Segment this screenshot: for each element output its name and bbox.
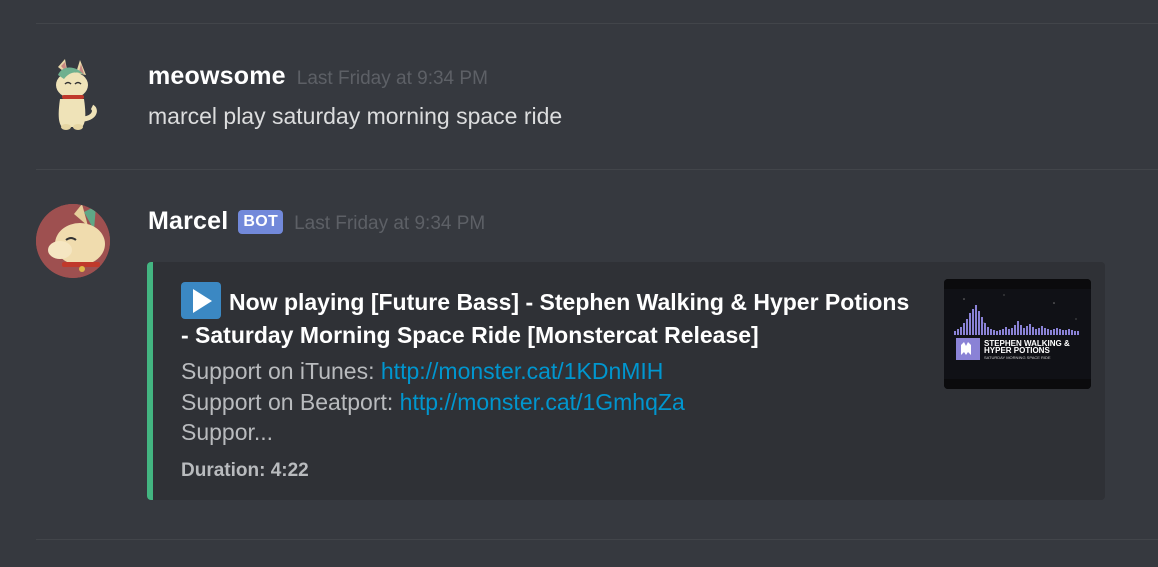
avatar[interactable]	[36, 57, 109, 130]
message-divider	[36, 539, 1158, 540]
duration-field: Duration: 4:22	[181, 460, 309, 481]
beatport-link[interactable]: http://monster.cat/1GmhqZa	[400, 389, 685, 415]
thumbnail-text-line2: HYPER POTIONS	[984, 346, 1050, 355]
itunes-link[interactable]: http://monster.cat/1KDnMIH	[381, 358, 664, 384]
embed-title-text: Now playing [Future Bass] - Stephen Walk…	[181, 289, 910, 348]
description-line-itunes: Support on iTunes: http://monster.cat/1K…	[181, 356, 685, 387]
embed-title: Now playing [Future Bass] - Stephen Walk…	[181, 282, 921, 352]
timestamp: Last Friday at 9:34 PM	[296, 68, 488, 89]
play-button-icon	[181, 282, 221, 319]
username[interactable]: Marcel	[148, 207, 228, 236]
message-divider	[36, 169, 1158, 170]
author-line: Marcel BOT Last Friday at 9:34 PM	[148, 207, 485, 237]
cat-avatar-icon	[56, 59, 97, 130]
cat-avatar-icon	[36, 204, 110, 278]
thumbnail-artwork: STEPHEN WALKING & HYPER POTIONS SATURDAY…	[944, 279, 1091, 389]
author-line: meowsome Last Friday at 9:34 PM	[148, 62, 488, 91]
description-label: Support on Beatport:	[181, 388, 400, 415]
thumbnail-text-line3: SATURDAY MORNING SPACE RIDE	[984, 355, 1051, 360]
bot-tag: BOT	[238, 210, 284, 234]
chat-messages: meowsome Last Friday at 9:34 PM marcel p…	[0, 0, 1158, 567]
timestamp: Last Friday at 9:34 PM	[294, 213, 486, 234]
username[interactable]: meowsome	[148, 62, 286, 91]
description-line-truncated: Suppor...	[181, 419, 274, 445]
description-label: Support on iTunes:	[181, 358, 381, 384]
embed-thumbnail[interactable]: STEPHEN WALKING & HYPER POTIONS SATURDAY…	[944, 279, 1091, 389]
avatar[interactable]	[36, 204, 110, 278]
message-divider	[36, 23, 1158, 24]
description-line-beatport: Support on Beatport: http://monster.cat/…	[181, 387, 685, 418]
message-content: marcel play saturday morning space ride	[148, 103, 563, 129]
embed-description: Support on iTunes: http://monster.cat/1K…	[181, 356, 685, 448]
embed: Now playing [Future Bass] - Stephen Walk…	[147, 262, 1105, 500]
